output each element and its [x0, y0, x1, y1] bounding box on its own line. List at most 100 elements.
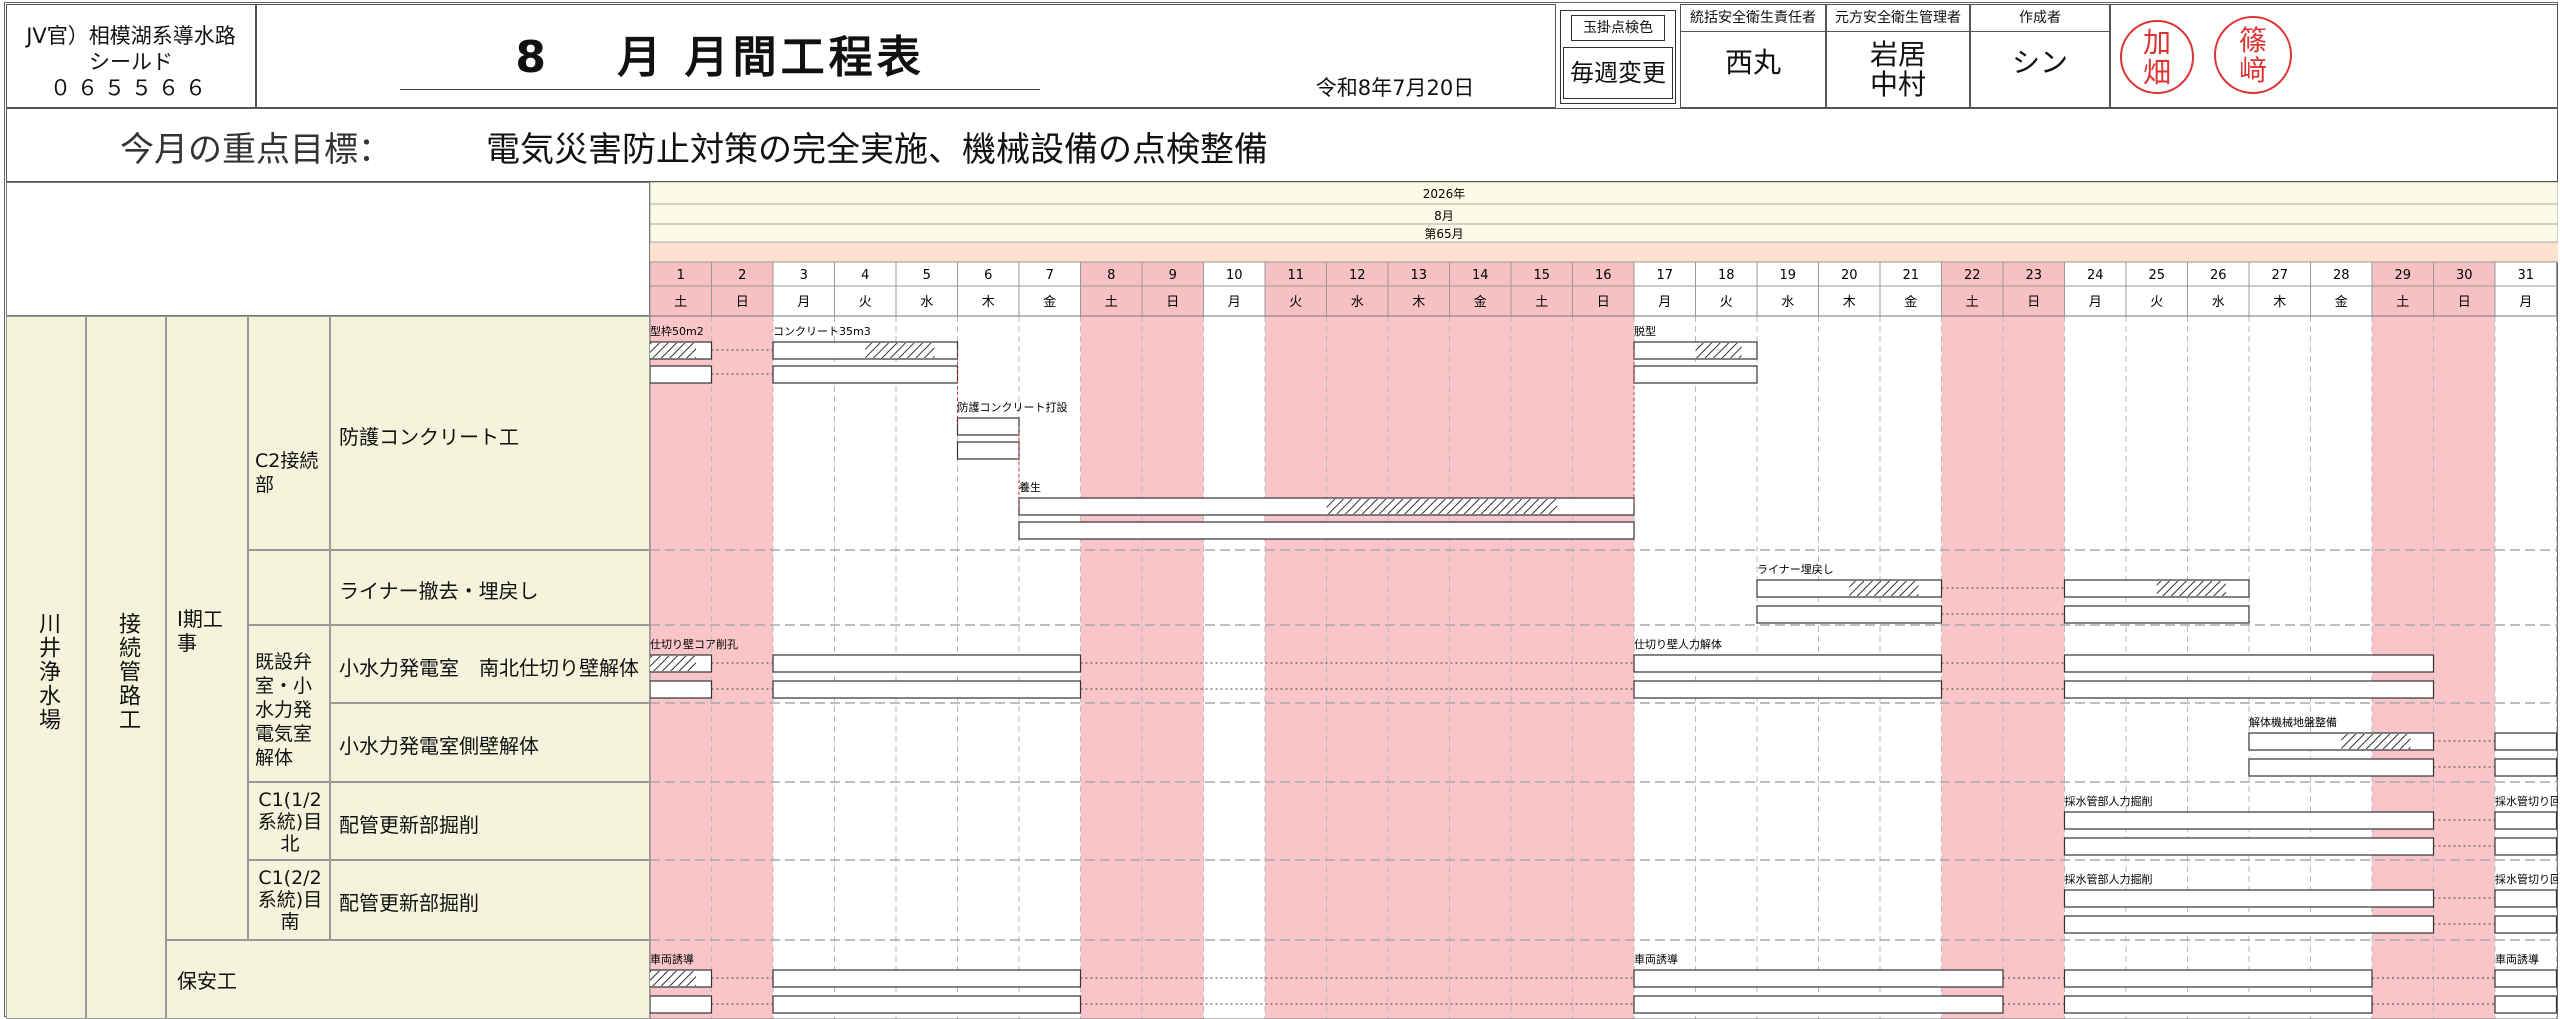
row-1-task-2-actual-bar: [772, 365, 959, 384]
weekday-31: 月: [2519, 295, 2532, 310]
row-7-task-3-label: 車両誘導: [1634, 952, 1678, 966]
row-7-task-3-plan-bar: [1633, 969, 2004, 988]
row-2-task-1-label: ライナー埋戻し: [1757, 563, 1834, 576]
project-line-1: JV官）相模湖系導水路: [26, 24, 236, 48]
row-1-task-1-label: 型枠50m2: [650, 324, 704, 338]
day-number-13: 13: [1410, 268, 1427, 283]
day-number-20: 20: [1841, 268, 1858, 283]
row-6-task-1-plan-bar: [2063, 889, 2435, 908]
day-column-21: [1880, 262, 1942, 1019]
weekday-18: 火: [1720, 295, 1733, 310]
row-2-task-1-hatched-progress: [1849, 581, 1919, 596]
day-column-10: [1203, 262, 1265, 1019]
day-column-6: [957, 262, 1019, 1019]
row-7-task-1-label: 車両誘導: [650, 952, 694, 966]
row-3-task-4-actual-bar: [2063, 680, 2435, 699]
row-1-task-5-hatched-progress: [1695, 343, 1742, 358]
site-safety-manager-title: 元方安全衛生管理者: [1827, 5, 1969, 32]
row-1-task-3-actual-bar: [956, 441, 1020, 460]
row-1-task-2-hatched-progress: [865, 343, 935, 358]
day-number-18: 18: [1718, 268, 1735, 283]
row-7-task-5-plan-bar: [2494, 969, 2558, 988]
weekday-19: 水: [1781, 295, 1794, 310]
day-number-23: 23: [2025, 268, 2042, 283]
row-label-cell-4: 小水力発電室側壁解体: [330, 703, 650, 782]
row-1-task-4-actual-bar: [1018, 521, 1635, 540]
row-4-task-1-label: 解体機械地盤整備: [2249, 715, 2337, 729]
row-label-cell-1: 防護コンクリート工: [330, 316, 650, 550]
project-name: JV官）相模湖系導水路 シールド ０６５５６６: [6, 4, 256, 108]
weekday-28: 金: [2335, 294, 2348, 310]
row-label-cell-3: 小水力発電室 南北仕切り壁解体: [330, 625, 650, 703]
row-6-task-2-actual-bar: [2494, 915, 2558, 934]
row-7-task-1-actual-bar: [650, 995, 713, 1014]
phase-name: Ⅰ期工事: [177, 607, 223, 655]
row-3-task-3-actual-bar: [1633, 680, 1943, 699]
day-column-20: [1818, 262, 1880, 1019]
approval-stamp-1: 加畑: [2120, 20, 2194, 94]
row-5-task-1-actual-bar: [2063, 837, 2435, 856]
row-1-task-1-actual-bar: [650, 365, 713, 384]
weekday-20: 木: [1843, 295, 1856, 310]
row-3-task-1-hatched-progress: [650, 656, 697, 671]
weekday-5: 水: [920, 295, 933, 310]
weekday-12: 水: [1351, 295, 1364, 310]
row-label-cell-6: 配管更新部掘削: [330, 860, 650, 940]
author-title: 作成者: [1971, 5, 2109, 32]
author-name: シン: [2011, 46, 2068, 79]
day-number-29: 29: [2394, 268, 2411, 283]
weekday-8: 土: [1105, 295, 1118, 310]
day-number-22: 22: [1964, 268, 1981, 283]
issue-date: 令和8年7月20日: [1315, 76, 1475, 100]
row-7-task-5-actual-bar: [2494, 995, 2558, 1014]
row-label-4: 小水力発電室側壁解体: [339, 734, 539, 758]
weekday-22: 土: [1966, 295, 1979, 310]
calendar-week: 第65月: [1424, 227, 1463, 241]
chief-safety-officer: 統括安全衛生責任者 西丸: [1680, 4, 1826, 108]
day-number-15: 15: [1533, 268, 1550, 283]
row-3-task-3-plan-bar: [1633, 654, 1943, 673]
row-1-task-1-hatched-progress: [650, 343, 697, 358]
day-number-6: 6: [984, 268, 992, 283]
row-1-task-2-label: コンクリート35m3: [773, 325, 871, 338]
left-header-cell: [6, 182, 650, 316]
day-column-30: [2433, 262, 2495, 1019]
day-number-26: 26: [2210, 268, 2227, 283]
day-number-12: 12: [1349, 268, 1366, 283]
row-1-task-4-label: 養生: [1019, 480, 1041, 494]
chief-safety-officer-name: 西丸: [1724, 46, 1781, 79]
row-3-task-1-label: 仕切り壁コア削孔: [650, 637, 738, 651]
day-number-10: 10: [1226, 268, 1243, 283]
phase-column: Ⅰ期工事: [166, 316, 248, 940]
day-number-7: 7: [1046, 268, 1054, 283]
day-number-21: 21: [1902, 268, 1919, 283]
day-column-11: [1265, 262, 1327, 1019]
weekday-23: 日: [2027, 295, 2040, 310]
row-label-5: 配管更新部掘削: [339, 813, 479, 837]
day-number-14: 14: [1472, 268, 1489, 283]
calendar-year: 2026年: [1423, 187, 1466, 201]
site-name: 川井浄水場: [35, 612, 60, 732]
weekday-25: 火: [2150, 295, 2163, 310]
weekday-6: 木: [982, 295, 995, 310]
weekday-16: 日: [1597, 295, 1610, 310]
row-2-task-2-hatched-progress: [2156, 581, 2226, 596]
guard-name: 保安工: [177, 969, 237, 993]
row-7-task-4-plan-bar: [2063, 969, 2373, 988]
day-column-8: [1080, 262, 1142, 1019]
weekday-7: 金: [1043, 294, 1056, 310]
row-1-task-3-label: 防護コンクリート打設: [958, 400, 1068, 414]
inspection-color-box: 玉掛点検色 毎週変更: [1560, 10, 1676, 104]
group-c1-north-name: C1(1/2系統)目北: [257, 789, 323, 855]
day-number-1: 1: [677, 268, 685, 283]
row-label-3: 小水力発電室 南北仕切り壁解体: [339, 656, 639, 680]
day-column-22: [1941, 262, 2003, 1019]
row-7-task-2-actual-bar: [772, 995, 1082, 1014]
row-1-task-3-plan-bar: [956, 417, 1020, 436]
inspection-color-header: 玉掛点検色: [1571, 15, 1665, 41]
group-c1-north: C1(1/2系統)目北: [248, 782, 330, 860]
row-2-task-1-actual-bar: [1756, 605, 1943, 624]
row-6-task-1-label: 採水管部人力掘削: [2065, 872, 2153, 886]
row-1-task-4-hatched-progress: [1326, 499, 1558, 514]
day-number-30: 30: [2456, 268, 2473, 283]
